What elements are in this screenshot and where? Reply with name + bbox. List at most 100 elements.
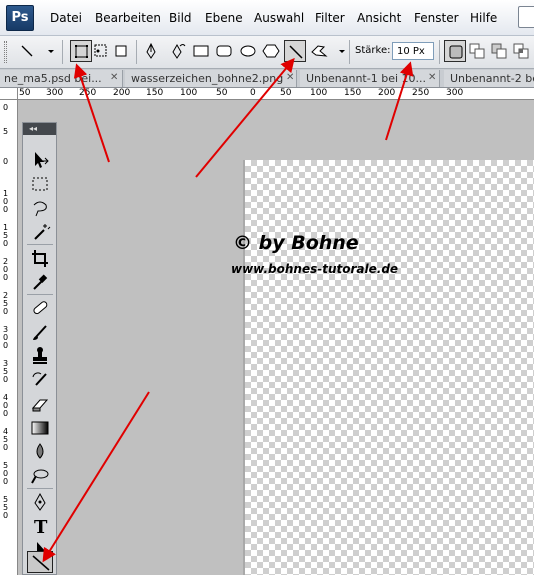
ruler-corner[interactable] xyxy=(0,88,18,100)
polygon-icon[interactable] xyxy=(260,40,282,62)
pen-tool-icon[interactable] xyxy=(27,491,53,513)
ruler-label: 100 xyxy=(310,88,328,98)
ruler-label: 2 5 0 xyxy=(3,291,9,316)
menu-hilfe[interactable]: Hilfe xyxy=(470,11,497,25)
ruler-label: 300 xyxy=(446,88,464,98)
ruler-label: 0 xyxy=(250,88,256,98)
watermark-url: www.bohnes-tutorale.de xyxy=(231,262,399,276)
menu-bar: Ps Datei Bearbeiten Bild Ebene Auswahl F… xyxy=(0,0,534,36)
ruler-label: 4 0 0 xyxy=(3,393,9,418)
options-separator xyxy=(62,40,63,64)
custom-shape-icon[interactable] xyxy=(308,40,330,62)
watermark-copyright: © by Bohne xyxy=(233,232,359,254)
window-control-button[interactable] xyxy=(518,6,534,28)
vertical-ruler: 0 5 0 1 0 0 1 5 0 2 0 0 2 5 0 3 0 0 3 5 … xyxy=(0,100,18,575)
menu-ansicht[interactable]: Ansicht xyxy=(357,11,401,25)
menu-bild[interactable]: Bild xyxy=(169,11,192,25)
ruler-label: 0 xyxy=(3,157,9,166)
tab-label: ne_ma5.psd bei... xyxy=(4,72,102,85)
options-separator xyxy=(439,40,440,64)
ruler-label: 4 5 0 xyxy=(3,427,9,452)
arrow-to-line-tool xyxy=(42,391,150,563)
tool-separator xyxy=(27,244,53,245)
eyedropper-tool-icon[interactable] xyxy=(27,271,53,293)
freeform-pen-icon[interactable] xyxy=(166,40,188,62)
tab-label: wasserzeichen_bohne2.png xyxy=(131,72,284,85)
marquee-tool-icon[interactable] xyxy=(27,173,53,195)
ruler-label: 3 0 0 xyxy=(3,325,9,350)
menu-bearbeiten[interactable]: Bearbeiten xyxy=(95,11,161,25)
ruler-label: 200 xyxy=(113,88,131,98)
lasso-tool-icon[interactable] xyxy=(27,197,53,219)
rounded-rectangle-icon[interactable] xyxy=(213,40,235,62)
close-icon[interactable]: ✕ xyxy=(110,72,118,83)
line-tool-icon[interactable] xyxy=(27,551,53,573)
move-tool-icon[interactable] xyxy=(27,149,53,171)
crop-tool-icon[interactable] xyxy=(27,247,53,269)
brush-tool-icon[interactable] xyxy=(27,321,53,343)
tab-label: Unbenannt-1 bei 10... xyxy=(306,72,426,85)
history-brush-tool-icon[interactable] xyxy=(27,369,53,391)
weight-label: Stärke: xyxy=(355,45,391,56)
line-icon[interactable] xyxy=(284,40,306,62)
document-canvas[interactable] xyxy=(245,160,534,575)
clone-stamp-tool-icon[interactable] xyxy=(27,345,53,367)
tab-document-1[interactable]: ne_ma5.psd bei... xyxy=(0,70,123,87)
document-tab-bar: ne_ma5.psd bei... ✕ wasserzeichen_bohne2… xyxy=(0,69,534,88)
dodge-tool-icon[interactable] xyxy=(27,465,53,487)
rectangle-icon[interactable] xyxy=(190,40,212,62)
eraser-tool-icon[interactable] xyxy=(27,393,53,415)
horizontal-ruler: 50 300 250 200 150 100 50 0 50 100 150 2… xyxy=(18,88,534,100)
menu-fenster[interactable]: Fenster xyxy=(414,11,459,25)
pen-icon[interactable] xyxy=(140,40,162,62)
tool-separator xyxy=(27,294,53,295)
ellipse-icon[interactable] xyxy=(237,40,259,62)
subtract-icon[interactable] xyxy=(488,40,510,62)
ruler-label: 300 xyxy=(46,88,64,98)
ruler-label: 1 0 0 xyxy=(3,189,9,214)
fill-pixels-icon[interactable] xyxy=(110,40,132,62)
ruler-label: 3 5 0 xyxy=(3,359,9,384)
toolbox-panel: ◂◂ T xyxy=(22,122,57,575)
tab-label: Unbenannt-2 bei xyxy=(450,72,534,85)
tab-document-2[interactable]: wasserzeichen_bohne2.png xyxy=(125,70,297,87)
paths-icon[interactable] xyxy=(90,40,112,62)
ruler-label: 50 xyxy=(19,88,31,98)
healing-brush-tool-icon[interactable] xyxy=(27,297,53,319)
close-icon[interactable]: ✕ xyxy=(286,72,294,83)
add-icon[interactable] xyxy=(466,40,488,62)
ruler-label: 200 xyxy=(378,88,396,98)
options-separator xyxy=(136,40,137,64)
menu-ebene[interactable]: Ebene xyxy=(205,11,243,25)
magic-wand-tool-icon[interactable] xyxy=(27,221,53,243)
shape-dropdown-icon[interactable] xyxy=(331,40,345,62)
ruler-label: 1 5 0 xyxy=(3,223,9,248)
options-bar-grip[interactable] xyxy=(4,41,7,63)
close-icon[interactable]: ✕ xyxy=(428,72,436,83)
menu-datei[interactable]: Datei xyxy=(50,11,82,25)
gradient-tool-icon[interactable] xyxy=(27,417,53,439)
line-tool-icon[interactable] xyxy=(16,40,38,62)
weight-input[interactable] xyxy=(392,42,434,60)
intersect-icon[interactable] xyxy=(510,40,532,62)
tab-document-4[interactable]: Unbenannt-2 bei xyxy=(444,70,534,87)
photoshop-logo[interactable]: Ps xyxy=(6,5,34,31)
new-shape-layer-icon[interactable] xyxy=(444,40,466,62)
ruler-label: 5 xyxy=(3,127,9,136)
shape-layers-icon[interactable] xyxy=(70,40,92,62)
tab-document-3[interactable]: Unbenannt-1 bei 10... xyxy=(300,70,440,87)
type-tool-icon[interactable]: T xyxy=(27,515,53,537)
ruler-label: 250 xyxy=(412,88,430,98)
ruler-label: 5 0 0 xyxy=(3,461,9,486)
ruler-label: 250 xyxy=(79,88,97,98)
tool-separator xyxy=(27,488,53,489)
ruler-label: 50 xyxy=(280,88,292,98)
tool-preset-dropdown-icon[interactable] xyxy=(40,40,54,62)
toolbox-header[interactable]: ◂◂ xyxy=(23,123,56,135)
menu-filter[interactable]: Filter xyxy=(315,11,345,25)
ruler-label: 50 xyxy=(216,88,228,98)
options-bar xyxy=(0,36,534,69)
menu-auswahl[interactable]: Auswahl xyxy=(254,11,304,25)
blur-tool-icon[interactable] xyxy=(27,441,53,463)
ruler-label: 150 xyxy=(344,88,362,98)
